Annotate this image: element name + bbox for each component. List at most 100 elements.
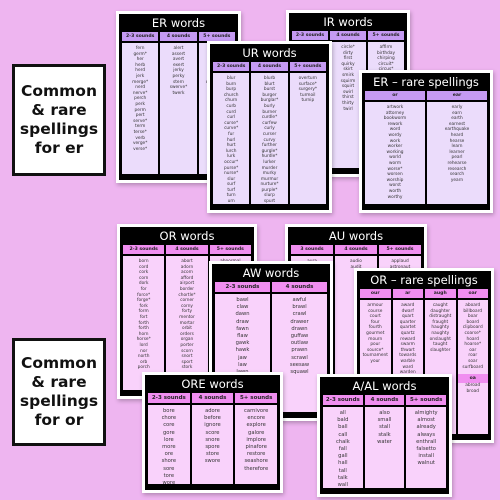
card-columns: 2-3 sounds bore chore core gore lore more ore sh… <box>148 393 278 484</box>
card-ore: ORE words 2-3 sounds bore chore core gore lore… <box>142 372 283 493</box>
word-item: brawl <box>292 304 307 311</box>
column-header: 2-3 sounds <box>213 62 250 71</box>
word-item: pinafore <box>245 444 267 451</box>
word-item: tall <box>338 467 347 474</box>
word-item: porch <box>137 365 150 371</box>
column-header: 5+ sounds <box>289 62 326 71</box>
word-item: gawk <box>235 340 250 347</box>
column-header: 2-3 sounds <box>292 31 328 40</box>
word-item: urn <box>227 199 235 204</box>
column-header: 5+ sounds <box>406 395 447 405</box>
word-item: restore <box>247 451 266 458</box>
word-item: outlaw <box>290 340 309 347</box>
word-list: aboard billboard boar board clipboard coarse*… <box>457 300 488 434</box>
word-item: chalk <box>335 438 350 445</box>
word-item: hall <box>338 460 348 467</box>
word-item: bald <box>337 417 349 424</box>
word-column: ear early earn earth earnest earthquake heard h… <box>427 91 487 204</box>
card-columns: or artwork attorney bookworm rework word wordy… <box>365 91 487 204</box>
column-header: 4 sounds <box>191 393 234 403</box>
word-column: 2-3 sounds all bald ball call chalk fall gall ha… <box>323 395 363 488</box>
word-item: bore <box>162 408 175 414</box>
word-item: turnip <box>301 98 315 104</box>
column-header: 5+ sounds <box>379 245 421 254</box>
card-er-rare: ER – rare spellings or artwork attorney book… <box>359 70 493 213</box>
word-item: surfboard <box>462 364 484 370</box>
word-item: also <box>379 410 390 416</box>
card-title: ER words <box>151 16 206 30</box>
word-item: already <box>416 424 436 431</box>
word-item: explore <box>246 422 266 429</box>
word-item: ignore <box>204 422 221 429</box>
word-item: falsetto <box>416 446 436 453</box>
word-item: claw <box>236 304 249 311</box>
word-item: more <box>162 444 176 451</box>
word-item: therefore <box>244 465 269 472</box>
word-item: ore <box>164 451 174 458</box>
word-item: your <box>370 358 381 364</box>
word-column: 5+ sounds almighty almost already always enth… <box>406 395 447 488</box>
card-title: A/AL words <box>352 379 417 393</box>
word-item: twerk <box>172 90 185 96</box>
card-ur: UR words 2-3 sounds blur burn burp church chur… <box>207 41 332 213</box>
word-list: overturn surface* surgery* turmoil turnip <box>289 73 326 204</box>
column-header: ar <box>392 289 423 298</box>
column-header: 3 sounds <box>291 245 333 254</box>
word-list: fern germ* her herb herd jerk merge* nerd nerve*… <box>122 43 159 174</box>
word-item: enthrall <box>416 438 437 445</box>
column-header: 5+ sounds <box>235 393 278 403</box>
column-header: 4 sounds <box>272 282 327 292</box>
column-header: 4 sounds <box>160 32 197 41</box>
word-list: bore chore core gore lore more ore shore sore tor… <box>148 405 190 484</box>
word-list: carnivore encore explore galore implore pinaf… <box>235 405 278 484</box>
column-header: 4 sounds <box>166 245 208 254</box>
word-column: 4 sounds blurb blurt burst burger burglar* bur… <box>251 62 288 204</box>
word-list: blurb blurt burst burger burglar* burly burner… <box>251 73 288 204</box>
word-column: 2-3 sounds blur burn burp church churn curb cur… <box>213 62 250 204</box>
word-list: all bald ball call chalk fall gall hall tall talk… <box>323 407 363 488</box>
label-common-rare-er: Common & rare spellings for er <box>12 64 106 176</box>
word-item: yearn <box>450 177 464 183</box>
word-column: 2-3 sounds bore chore core gore lore more ore sh… <box>148 393 190 484</box>
word-item: awful <box>292 297 307 303</box>
word-list: abort adorn acorn afford airport border chortl… <box>166 256 208 390</box>
word-item: score <box>205 429 220 436</box>
word-item: adore <box>205 408 220 414</box>
word-item: draw <box>236 318 249 325</box>
card-title: IR words <box>323 15 373 29</box>
word-item: all <box>339 410 346 416</box>
card-title: ORE words <box>181 377 244 391</box>
word-item: walnut <box>417 460 435 467</box>
card-title: AU words <box>328 229 384 243</box>
word-item: always <box>417 431 436 438</box>
word-item: swore <box>204 458 221 465</box>
word-column: 4 sounds abort adorn acorn afford airport bord… <box>166 245 208 390</box>
word-item: encore <box>247 415 266 422</box>
column-header: ear <box>427 91 487 100</box>
card-title: ER – rare spellings <box>373 75 479 89</box>
word-column: 4 sounds also small stall stalk water <box>364 395 405 488</box>
word-item: wore <box>162 480 176 484</box>
word-item: spurt <box>263 199 276 204</box>
column-header: 5+ sounds <box>368 31 404 40</box>
word-list: also small stall stalk water <box>364 407 405 488</box>
column-header: 5+ sounds <box>209 245 251 254</box>
word-column: 4 sounds alert assert avert exert jerky perky s… <box>160 32 197 174</box>
card-title: UR words <box>242 46 297 60</box>
word-item: scrawl <box>291 354 308 361</box>
word-item: distraught <box>429 314 452 320</box>
word-item: drawn <box>291 325 308 332</box>
column-header: 4 sounds <box>251 62 288 71</box>
column-header: 2-3 sounds <box>148 393 190 403</box>
word-list: almighty almost already always enthrall false… <box>406 407 447 488</box>
word-item: seashore <box>244 458 268 465</box>
column-header: 2-3 sounds <box>123 245 165 254</box>
word-item: chore <box>161 415 177 422</box>
column-header: our <box>360 289 391 298</box>
word-item: stall <box>379 424 390 431</box>
word-column: 5+ sounds carnivore encore explore galore imp… <box>235 393 278 484</box>
column-header: 4 sounds <box>330 31 366 40</box>
word-item: almost <box>417 417 435 424</box>
word-item: worthy <box>387 194 403 200</box>
word-item: law <box>238 361 247 368</box>
